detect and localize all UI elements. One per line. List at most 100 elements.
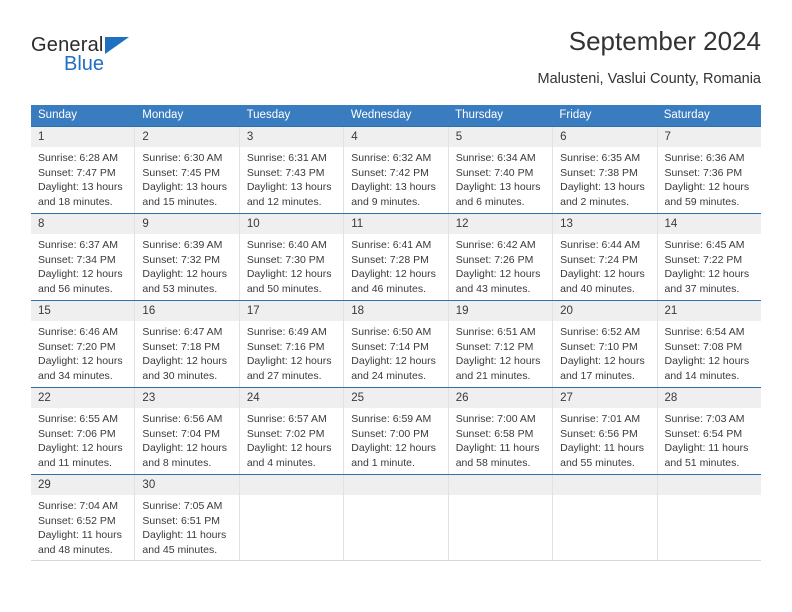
- day-details: Sunrise: 7:05 AM Sunset: 6:51 PM Daylight:…: [135, 495, 238, 557]
- daylight-text-line1: Daylight: 12 hours: [664, 355, 750, 368]
- day-number: 2: [135, 127, 239, 147]
- day-cell[interactable]: 22 Sunrise: 6:55 AM Sunset: 7:06 PM Dayligh…: [31, 388, 136, 474]
- day-cell[interactable]: 28 Sunrise: 7:03 AM Sunset: 6:54 PM Dayligh…: [657, 388, 761, 474]
- daylight-text-line2: and 9 minutes.: [351, 195, 421, 208]
- day-details: Sunrise: 6:46 AM Sunset: 7:20 PM Daylight:…: [31, 321, 134, 383]
- day-number: 15: [31, 301, 135, 321]
- daylight-text-line2: and 59 minutes.: [664, 195, 740, 208]
- sunset-text: Sunset: 6:51 PM: [142, 514, 221, 527]
- day-number: 11: [344, 214, 448, 234]
- sunrise-text: Sunrise: 7:01 AM: [560, 413, 641, 425]
- day-number: 27: [553, 388, 657, 408]
- daylight-text-line1: Daylight: 12 hours: [142, 355, 228, 368]
- day-cell[interactable]: 2 Sunrise: 6:30 AM Sunset: 7:45 PM Daylight…: [135, 127, 240, 213]
- sunset-text: Sunset: 7:14 PM: [351, 340, 429, 353]
- day-cell[interactable]: 15 Sunrise: 6:46 AM Sunset: 7:20 PM Dayligh…: [31, 301, 136, 387]
- day-number: [344, 475, 448, 495]
- day-cell[interactable]: 1 Sunrise: 6:28 AM Sunset: 7:47 PM Daylight…: [31, 127, 136, 213]
- day-details: Sunrise: 6:31 AM Sunset: 7:43 PM Daylight:…: [240, 147, 343, 209]
- day-cell[interactable]: 11 Sunrise: 6:41 AM Sunset: 7:28 PM Dayligh…: [344, 214, 449, 300]
- day-cell[interactable]: 29 Sunrise: 7:04 AM Sunset: 6:52 PM Dayligh…: [31, 475, 136, 560]
- sunrise-text: Sunrise: 6:56 AM: [142, 413, 223, 425]
- sunrise-text: Sunrise: 6:39 AM: [142, 239, 223, 251]
- day-cell[interactable]: 24 Sunrise: 6:57 AM Sunset: 7:02 PM Dayligh…: [239, 388, 345, 474]
- daylight-text-line2: and 55 minutes.: [560, 456, 635, 469]
- day-cell[interactable]: 6 Sunrise: 6:35 AM Sunset: 7:38 PM Daylight…: [553, 127, 658, 213]
- sunset-text: Sunset: 7:47 PM: [38, 166, 116, 179]
- day-cell-empty: [448, 475, 554, 560]
- day-cell[interactable]: 23 Sunrise: 6:56 AM Sunset: 7:04 PM Dayligh…: [135, 388, 240, 474]
- day-number: 7: [657, 127, 761, 147]
- daylight-text-line2: and 58 minutes.: [455, 456, 531, 469]
- daylight-text-line1: Daylight: 13 hours: [455, 181, 541, 194]
- day-details: Sunrise: 6:52 AM Sunset: 7:10 PM Daylight:…: [553, 321, 656, 383]
- day-cell[interactable]: 17 Sunrise: 6:49 AM Sunset: 7:16 PM Dayligh…: [239, 301, 345, 387]
- sunset-text: Sunset: 6:52 PM: [38, 514, 116, 527]
- sunrise-text: Sunrise: 6:42 AM: [455, 239, 536, 251]
- day-cell[interactable]: 14 Sunrise: 6:45 AM Sunset: 7:22 PM Dayligh…: [657, 214, 761, 300]
- day-cell-empty: [553, 475, 658, 560]
- day-cell[interactable]: 21 Sunrise: 6:54 AM Sunset: 7:08 PM Dayligh…: [657, 301, 761, 387]
- calendar-weeks: 1 Sunrise: 6:28 AM Sunset: 7:47 PM Daylight…: [31, 126, 761, 561]
- day-cell[interactable]: 25 Sunrise: 6:59 AM Sunset: 7:00 PM Dayligh…: [344, 388, 449, 474]
- day-details: Sunrise: 6:34 AM Sunset: 7:40 PM Daylight:…: [449, 147, 552, 209]
- day-details: Sunrise: 6:30 AM Sunset: 7:45 PM Daylight:…: [135, 147, 238, 209]
- day-details: Sunrise: 6:40 AM Sunset: 7:30 PM Daylight:…: [240, 234, 343, 296]
- day-details: Sunrise: 6:32 AM Sunset: 7:42 PM Daylight:…: [344, 147, 447, 209]
- day-number: [553, 475, 657, 495]
- daylight-text-line2: and 45 minutes.: [142, 543, 218, 556]
- day-cell[interactable]: 9 Sunrise: 6:39 AM Sunset: 7:32 PM Daylight…: [135, 214, 240, 300]
- daylight-text-line2: and 24 minutes.: [351, 369, 426, 382]
- day-details: Sunrise: 6:37 AM Sunset: 7:34 PM Daylight:…: [31, 234, 134, 296]
- day-cell[interactable]: 20 Sunrise: 6:52 AM Sunset: 7:10 PM Dayligh…: [553, 301, 658, 387]
- page-header: General Blue September 2024 Malusteni, V…: [31, 26, 761, 98]
- day-cell[interactable]: 7 Sunrise: 6:36 AM Sunset: 7:36 PM Daylight…: [657, 127, 761, 213]
- daylight-text-line2: and 11 minutes.: [38, 456, 112, 469]
- day-number: 13: [553, 214, 657, 234]
- page-title: September 2024: [568, 26, 761, 56]
- day-cell[interactable]: 12 Sunrise: 6:42 AM Sunset: 7:26 PM Dayligh…: [448, 214, 554, 300]
- daylight-text-line2: and 53 minutes.: [142, 282, 218, 295]
- page-subtitle-location: Malusteni, Vaslui County, Romania: [537, 71, 761, 87]
- day-details: Sunrise: 6:28 AM Sunset: 7:47 PM Daylight:…: [31, 147, 134, 209]
- day-cell[interactable]: 4 Sunrise: 6:32 AM Sunset: 7:42 PM Daylight…: [344, 127, 449, 213]
- weekday-tuesday: Tuesday: [246, 109, 291, 121]
- sunrise-text: Sunrise: 6:52 AM: [560, 326, 641, 338]
- sunrise-text: Sunrise: 6:41 AM: [351, 239, 432, 251]
- day-cell[interactable]: 27 Sunrise: 7:01 AM Sunset: 6:56 PM Dayligh…: [553, 388, 658, 474]
- day-number: 28: [657, 388, 761, 408]
- day-cell[interactable]: 30 Sunrise: 7:05 AM Sunset: 6:51 PM Dayligh…: [135, 475, 240, 560]
- daylight-text-line1: Daylight: 11 hours: [455, 442, 540, 455]
- daylight-text-line1: Daylight: 13 hours: [560, 181, 645, 194]
- sunrise-text: Sunrise: 6:50 AM: [351, 326, 432, 338]
- sunset-text: Sunset: 6:56 PM: [560, 427, 638, 440]
- day-cell-empty: [239, 475, 345, 560]
- day-cell[interactable]: 16 Sunrise: 6:47 AM Sunset: 7:18 PM Dayligh…: [135, 301, 240, 387]
- sunrise-text: Sunrise: 6:31 AM: [246, 152, 327, 164]
- day-cell[interactable]: 19 Sunrise: 6:51 AM Sunset: 7:12 PM Dayligh…: [448, 301, 554, 387]
- daylight-text-line1: Daylight: 12 hours: [351, 442, 436, 455]
- sunset-text: Sunset: 7:18 PM: [142, 340, 221, 353]
- sunrise-text: Sunrise: 6:28 AM: [38, 152, 118, 164]
- day-cell[interactable]: 5 Sunrise: 6:34 AM Sunset: 7:40 PM Daylight…: [448, 127, 554, 213]
- day-number: 14: [657, 214, 761, 234]
- daylight-text-line2: and 50 minutes.: [246, 282, 322, 295]
- sunset-text: Sunset: 7:30 PM: [246, 253, 325, 266]
- day-cell[interactable]: 8 Sunrise: 6:37 AM Sunset: 7:34 PM Daylight…: [31, 214, 136, 300]
- daylight-text-line1: Daylight: 12 hours: [142, 268, 228, 281]
- sunrise-text: Sunrise: 6:59 AM: [351, 413, 432, 425]
- day-cell[interactable]: 26 Sunrise: 7:00 AM Sunset: 6:58 PM Dayligh…: [448, 388, 554, 474]
- day-cell-empty: [657, 475, 761, 560]
- day-number: 17: [239, 301, 344, 321]
- daylight-text-line1: Daylight: 11 hours: [38, 529, 122, 542]
- sunset-text: Sunset: 6:58 PM: [455, 427, 534, 440]
- day-cell[interactable]: 18 Sunrise: 6:50 AM Sunset: 7:14 PM Dayligh…: [344, 301, 449, 387]
- day-cell[interactable]: 13 Sunrise: 6:44 AM Sunset: 7:24 PM Dayligh…: [553, 214, 658, 300]
- day-cell[interactable]: 3 Sunrise: 6:31 AM Sunset: 7:43 PM Daylight…: [239, 127, 345, 213]
- day-details: Sunrise: 6:56 AM Sunset: 7:04 PM Daylight:…: [135, 408, 238, 470]
- sunset-text: Sunset: 7:12 PM: [455, 340, 534, 353]
- day-cell[interactable]: 10 Sunrise: 6:40 AM Sunset: 7:30 PM Dayligh…: [239, 214, 345, 300]
- general-blue-logo: General Blue: [31, 34, 231, 84]
- day-number: 18: [344, 301, 448, 321]
- daylight-text-line1: Daylight: 12 hours: [455, 268, 541, 281]
